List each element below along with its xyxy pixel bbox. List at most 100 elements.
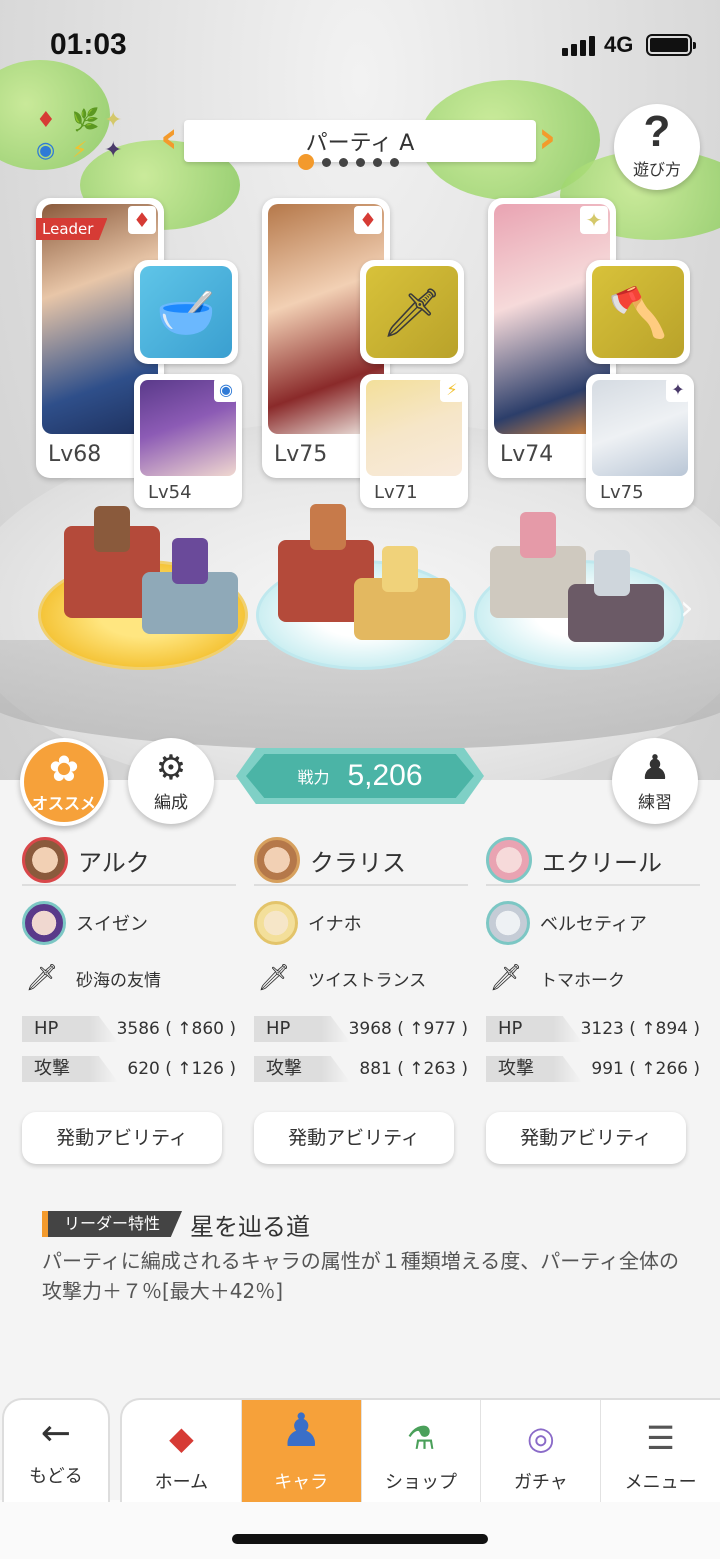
chevron-right-icon[interactable]: › [538, 116, 562, 164]
page-dot[interactable] [298, 154, 314, 170]
formation-label: 編成 [154, 793, 188, 813]
leader-trait-label: リーダー特性 [42, 1211, 183, 1237]
tab-label: ホーム [154, 1472, 209, 1493]
fire-diamond-icon: ♦ [354, 206, 382, 234]
tab-label: メニュー [624, 1472, 697, 1493]
chibi-sprite [172, 538, 208, 584]
weapon-slot[interactable]: 🪓 [586, 260, 690, 364]
leader-trait-description: パーティに編成されるキャラの属性が１種類増える度、パーティ全体の攻撃力＋７％[最… [42, 1249, 679, 1303]
scroll-right-icon[interactable]: › [680, 588, 694, 628]
home-indicator[interactable] [232, 1534, 488, 1544]
party-slot-1[interactable]: Leader ♦ Lv68 🥣 ◉ Lv54 [36, 198, 252, 518]
ability-button[interactable]: 発動アビリティ [486, 1112, 686, 1164]
cellular-signal-icon [562, 36, 595, 56]
help-button[interactable]: ? 遊び方 [614, 104, 700, 190]
party-page-dots[interactable] [298, 154, 399, 170]
chibi-sprite [594, 550, 630, 596]
sub-character-row[interactable]: イナホ [254, 892, 468, 954]
weapon-row[interactable]: 🗡 ツイストランス [254, 954, 468, 1002]
character-level: Lv68 [48, 442, 102, 467]
gacha-icon: ◎ [526, 1419, 555, 1457]
page-dot[interactable] [339, 157, 348, 167]
avatar [486, 901, 530, 945]
shop-icon: ⚗ [406, 1419, 436, 1457]
party-slot-3[interactable]: ✦ Lv74 🪓 ✦ Lv75 [488, 198, 704, 518]
avatar [22, 837, 68, 883]
tab-gacha[interactable]: ◎ ガチャ [481, 1400, 602, 1502]
thunder-icon: ⚡ [440, 378, 464, 402]
tab-bar: ◆ ホーム ♟ キャラ ⚗ ショップ ◎ ガチャ ☰ メニュー [120, 1398, 720, 1502]
weapon-name: ツイストランス [308, 970, 427, 991]
attack-value: 620 ( ↑126 ) [127, 1059, 236, 1079]
weapon-row[interactable]: 🗡 砂海の友情 [22, 954, 236, 1002]
attack-value: 991 ( ↑266 ) [591, 1059, 700, 1079]
character-stats-column: クラリス イナホ 🗡 ツイストランス HP 3968 ( ↑977 ) 攻撃 8… [254, 836, 468, 1164]
network-type: 4G [604, 32, 634, 57]
hp-value: 3968 ( ↑977 ) [348, 1019, 468, 1039]
page-dot[interactable] [356, 157, 365, 167]
tomahawk-icon: 🪓 [592, 266, 684, 358]
back-label: もどる [29, 1466, 83, 1487]
tab-home[interactable]: ◆ ホーム [122, 1400, 242, 1502]
element-affinity-key[interactable]: ♦ 🌿 ✦ ◉ ⚡ ✦ [32, 108, 132, 168]
tab-menu[interactable]: ☰ メニュー [601, 1400, 720, 1502]
character-level: Lv74 [500, 442, 554, 467]
sub-character-row[interactable]: スイゼン [22, 892, 236, 954]
avatar [486, 837, 532, 883]
status-time: 01:03 [50, 28, 127, 61]
power-label: 戦力 [297, 768, 330, 787]
hp-stat: HP 3123 ( ↑894 ) [486, 1016, 700, 1042]
tab-shop[interactable]: ⚗ ショップ [362, 1400, 482, 1502]
leader-badge: Leader [36, 218, 108, 240]
attack-label: 攻撃 [254, 1056, 350, 1082]
weapon-row[interactable]: 🗡 トマホーク [486, 954, 700, 1002]
character-icon: ♟ [280, 1403, 322, 1457]
chevron-left-icon[interactable]: ‹ [160, 116, 184, 164]
main-character-row[interactable]: エクリール [486, 836, 700, 886]
dark-star-icon: ✦ [104, 138, 123, 163]
page-dot[interactable] [390, 157, 399, 167]
ability-button[interactable]: 発動アビリティ [254, 1112, 454, 1164]
weapon-name: 砂海の友情 [76, 970, 161, 991]
attack-stat: 攻撃 991 ( ↑266 ) [486, 1056, 700, 1082]
training-dummy-icon: ♟ [639, 748, 671, 788]
question-icon: ? [643, 107, 671, 156]
hp-value: 3586 ( ↑860 ) [116, 1019, 236, 1039]
sub-character-name: スイゼン [76, 914, 148, 935]
party-power-badge: 戦力 5,206 [236, 748, 484, 804]
sub-character-card[interactable]: ✦ Lv75 [586, 374, 694, 508]
sub-character-card[interactable]: ⚡ Lv71 [360, 374, 468, 508]
weapon-name: トマホーク [540, 970, 625, 991]
main-character-row[interactable]: アルク [22, 836, 236, 886]
hp-stat: HP 3586 ( ↑860 ) [22, 1016, 236, 1042]
character-name: クラリス [310, 848, 406, 877]
sub-character-card[interactable]: ◉ Lv54 [134, 374, 242, 508]
thunder-icon: ⚡ [72, 138, 88, 163]
back-button[interactable]: ← もどる [2, 1398, 110, 1502]
ability-button[interactable]: 発動アビリティ [22, 1112, 222, 1164]
attack-stat: 攻撃 620 ( ↑126 ) [22, 1056, 236, 1082]
practice-label: 練習 [638, 793, 672, 813]
practice-button[interactable]: ♟ 練習 [612, 738, 698, 824]
party-slot-2[interactable]: ♦ Lv75 🗡 ⚡ Lv71 [262, 198, 478, 518]
weapon-slot[interactable]: 🥣 [134, 260, 238, 364]
weapon-icon: 🗡 [489, 963, 523, 993]
recommend-button[interactable]: ✿ オススメ [20, 738, 108, 826]
weapon-icon: 🗡 [25, 963, 59, 993]
page-dot[interactable] [322, 157, 331, 167]
hp-label: HP [254, 1016, 350, 1042]
sub-character-row[interactable]: ベルセティア [486, 892, 700, 954]
formation-button[interactable]: ⚙ 編成 [128, 738, 214, 824]
character-name: エクリール [542, 848, 662, 877]
recommend-label: オススメ [31, 794, 96, 813]
hp-value: 3123 ( ↑894 ) [580, 1019, 700, 1039]
attack-label: 攻撃 [22, 1056, 118, 1082]
weapon-slot[interactable]: 🗡 [360, 260, 464, 364]
page-dot[interactable] [373, 157, 382, 167]
tab-character[interactable]: ♟ キャラ [241, 1400, 362, 1502]
avatar [254, 837, 300, 883]
leader-trait-panel: リーダー特性 星を辿る道 パーティに編成されるキャラの属性が１種類増える度、パー… [42, 1208, 682, 1306]
hp-label: HP [22, 1016, 118, 1042]
main-character-row[interactable]: クラリス [254, 836, 468, 886]
sub-character-name: イナホ [308, 914, 362, 935]
